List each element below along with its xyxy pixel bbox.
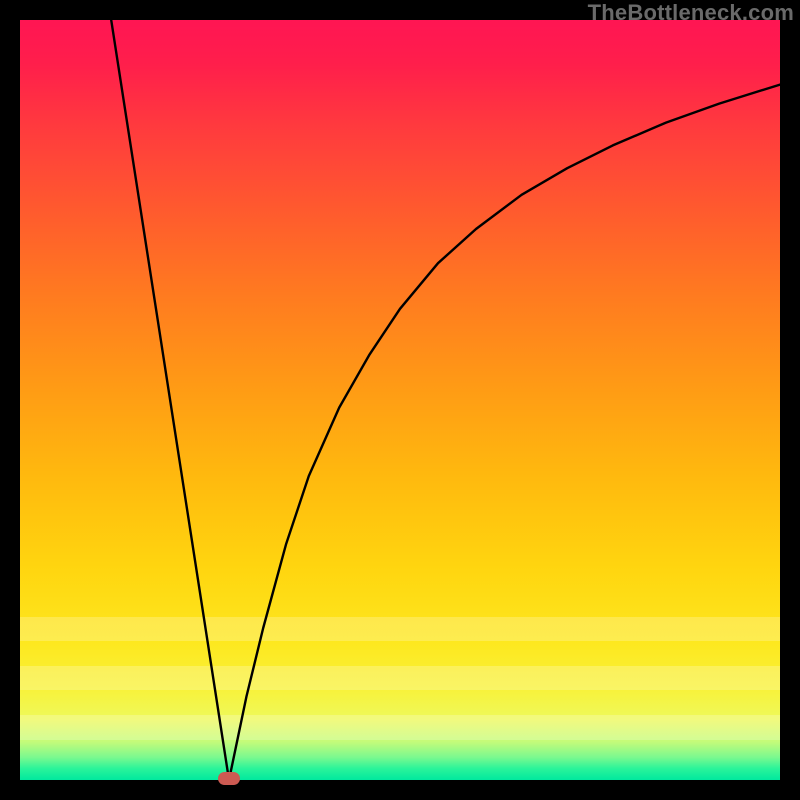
curve-layer (20, 20, 780, 780)
watermark-text: TheBottleneck.com (588, 0, 794, 26)
chart-frame: TheBottleneck.com (0, 0, 800, 800)
minimum-marker (218, 772, 240, 785)
bottleneck-curve (111, 20, 780, 780)
